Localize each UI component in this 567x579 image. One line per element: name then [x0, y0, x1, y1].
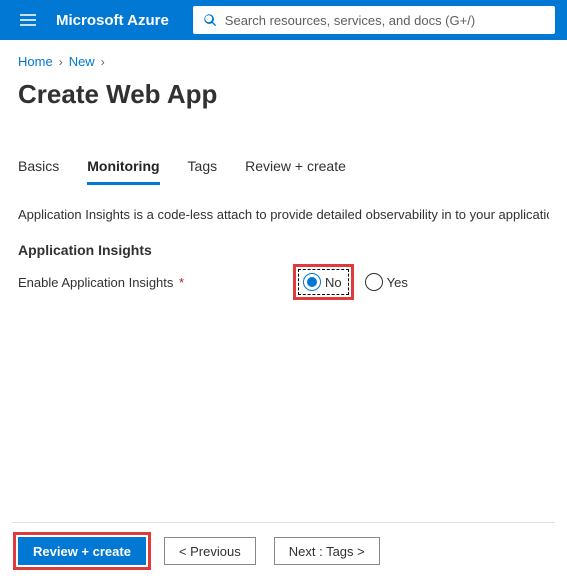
radio-group-app-insights: No Yes	[298, 268, 416, 296]
description-text: Application Insights is a code-less atta…	[18, 206, 549, 224]
breadcrumb: Home › New ›	[18, 54, 549, 69]
section-heading: Application Insights	[18, 242, 549, 258]
field-label: Enable Application Insights *	[18, 275, 298, 290]
radio-label-yes: Yes	[387, 275, 408, 290]
tab-basics[interactable]: Basics	[18, 158, 59, 185]
menu-icon[interactable]	[8, 0, 48, 40]
tab-monitoring[interactable]: Monitoring	[87, 158, 159, 185]
breadcrumb-home[interactable]: Home	[18, 54, 53, 69]
radio-label-no: No	[325, 275, 342, 290]
previous-button[interactable]: < Previous	[164, 537, 256, 565]
chevron-right-icon: ›	[59, 55, 63, 69]
footer-divider	[12, 522, 555, 523]
radio-option-yes[interactable]: Yes	[359, 268, 416, 296]
radio-icon	[365, 273, 383, 291]
radio-option-no[interactable]: No	[298, 269, 349, 295]
tabs: Basics Monitoring Tags Review + create	[18, 158, 549, 186]
tab-review-create[interactable]: Review + create	[245, 158, 346, 185]
next-button[interactable]: Next : Tags >	[274, 537, 380, 565]
breadcrumb-new[interactable]: New	[69, 54, 95, 69]
search-icon	[203, 13, 217, 27]
review-create-button[interactable]: Review + create	[18, 537, 146, 565]
search-input[interactable]	[225, 13, 545, 28]
search-box[interactable]	[193, 6, 555, 34]
page-title: Create Web App	[18, 79, 549, 110]
footer: Review + create < Previous Next : Tags >	[18, 537, 549, 565]
top-bar: Microsoft Azure	[0, 0, 567, 40]
brand-label[interactable]: Microsoft Azure	[56, 12, 169, 29]
field-label-text: Enable Application Insights	[18, 275, 173, 290]
radio-icon	[303, 273, 321, 291]
required-asterisk: *	[179, 275, 184, 290]
form-row-enable-app-insights: Enable Application Insights * No Yes	[18, 268, 549, 296]
tab-tags[interactable]: Tags	[188, 158, 218, 185]
chevron-right-icon: ›	[101, 55, 105, 69]
